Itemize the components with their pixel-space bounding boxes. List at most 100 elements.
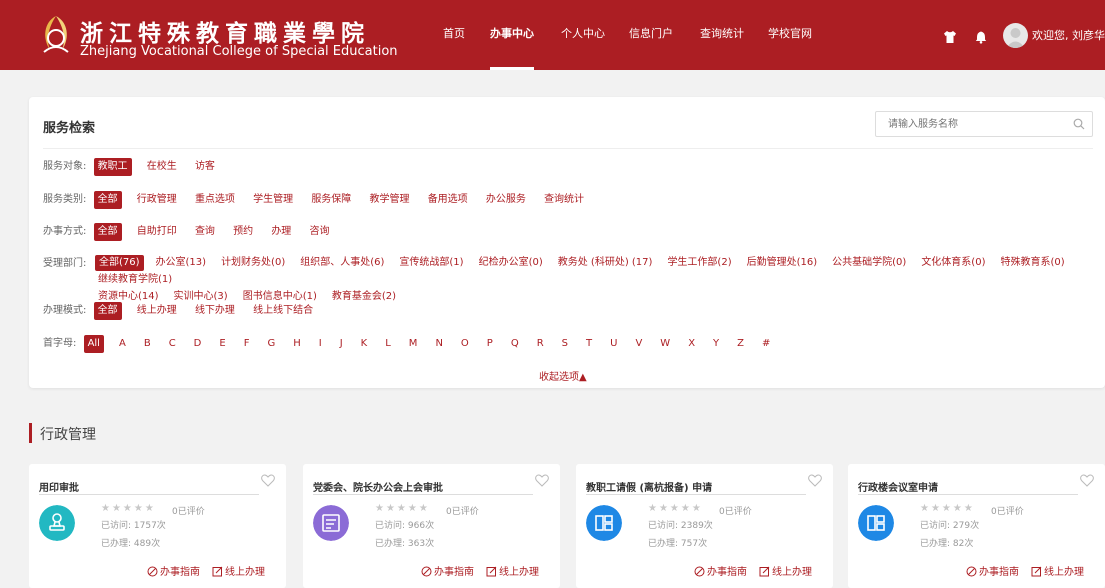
filter-option[interactable]: 后勤管理处(16) xyxy=(744,255,821,271)
service-search-input[interactable] xyxy=(875,111,1093,137)
filter-option-student[interactable]: 在校生 xyxy=(144,158,180,176)
letter-option[interactable]: M xyxy=(406,335,421,353)
shirt-icon[interactable] xyxy=(943,30,957,44)
letter-option[interactable]: P xyxy=(484,335,496,353)
heart-icon[interactable] xyxy=(1080,474,1094,487)
filter-option[interactable]: 预约 xyxy=(230,223,256,241)
filter-option[interactable]: 特殊教育系(0) xyxy=(997,255,1067,271)
guide-link[interactable]: 办事指南 xyxy=(421,563,474,578)
letter-option[interactable]: S xyxy=(559,335,571,353)
letter-option[interactable]: R xyxy=(534,335,547,353)
card-title[interactable]: 教职工请假 (离杭报备) 申请 xyxy=(586,479,712,494)
filter-option[interactable]: 继续教育学院(1) xyxy=(95,272,175,288)
filter-option[interactable]: 重点选项 xyxy=(192,191,238,209)
filter-option[interactable]: 公共基础学院(0) xyxy=(829,255,909,271)
filter-option[interactable]: 办公室(13) xyxy=(153,255,210,271)
guide-link[interactable]: 办事指南 xyxy=(147,563,200,578)
filter-option[interactable]: 服务保障 xyxy=(308,191,354,209)
letter-option[interactable]: F xyxy=(241,335,253,353)
nav-service-center[interactable]: 办事中心 xyxy=(490,0,534,70)
letter-option[interactable]: All xyxy=(83,335,104,353)
filter-option[interactable]: 组织部、人事处(6) xyxy=(297,255,387,271)
letter-option[interactable]: H xyxy=(290,335,304,353)
letter-option[interactable]: N xyxy=(432,335,445,353)
letter-option[interactable]: # xyxy=(759,335,773,353)
filter-option[interactable]: 全部 xyxy=(93,223,122,241)
guide-link[interactable]: 办事指南 xyxy=(694,563,747,578)
filter-option-visitor[interactable]: 访客 xyxy=(192,158,218,176)
filter-option[interactable]: 线上线下结合 xyxy=(250,302,316,320)
letter-option[interactable]: U xyxy=(607,335,620,353)
letter-option[interactable]: W xyxy=(657,335,673,353)
filter-option[interactable]: 备用选项 xyxy=(425,191,471,209)
letter-option[interactable]: A xyxy=(116,335,129,353)
filter-option[interactable]: 查询 xyxy=(192,223,218,241)
filter-option[interactable]: 线上办理 xyxy=(134,302,180,320)
service-card[interactable]: 党委会、院长办公会上会审批 ★★★★★ 0已评价 已访问: 966次 已办理: … xyxy=(303,464,560,588)
service-card[interactable]: 行政楼会议室申请 ★★★★★ 0已评价 已访问: 279次 已办理: 82次 办… xyxy=(848,464,1105,588)
letter-option[interactable]: T xyxy=(583,335,595,353)
filter-option[interactable]: 计划财务处(0) xyxy=(218,255,288,271)
filter-option[interactable]: 教育基金会(2) xyxy=(329,289,399,305)
card-title[interactable]: 行政楼会议室申请 xyxy=(858,479,938,494)
letter-option[interactable]: Q xyxy=(508,335,522,353)
room-icon xyxy=(858,505,894,541)
welcome-text[interactable]: 欢迎您, 刘彦华 xyxy=(1032,27,1105,43)
nav-info-portal[interactable]: 信息门户 xyxy=(629,0,673,70)
filter-option[interactable]: 学生管理 xyxy=(250,191,296,209)
user-avatar[interactable] xyxy=(1003,23,1028,48)
letter-option[interactable]: Z xyxy=(734,335,747,353)
filter-option[interactable]: 办理 xyxy=(268,223,294,241)
letter-option[interactable]: X xyxy=(685,335,698,353)
card-title[interactable]: 用印审批 xyxy=(39,479,79,494)
collapse-options-toggle[interactable]: 收起选项▲ xyxy=(539,368,587,383)
filter-option[interactable]: 线下办理 xyxy=(192,302,238,320)
guide-link[interactable]: 办事指南 xyxy=(966,563,1019,578)
filter-option[interactable]: 教务处 (科研处) (17) xyxy=(555,255,656,271)
service-card[interactable]: 用印审批 ★★★★★ 0已评价 已访问: 1757次 已办理: 489次 办事指… xyxy=(29,464,286,588)
letter-option[interactable]: O xyxy=(458,335,472,353)
filter-option[interactable]: 办公服务 xyxy=(483,191,529,209)
online-link[interactable]: 线上办理 xyxy=(212,563,265,578)
service-card[interactable]: 教职工请假 (离杭报备) 申请 ★★★★★ 0已评价 已访问: 2389次 已办… xyxy=(576,464,833,588)
filter-option[interactable]: 学生工作部(2) xyxy=(664,255,734,271)
filter-option-staff[interactable]: 教职工 xyxy=(93,158,132,176)
letter-option[interactable]: V xyxy=(632,335,645,353)
letter-option[interactable]: E xyxy=(216,335,228,353)
bell-icon[interactable] xyxy=(974,30,988,44)
guide-label: 办事指南 xyxy=(160,567,200,578)
filter-option[interactable]: 自助打印 xyxy=(134,223,180,241)
letter-option[interactable]: G xyxy=(264,335,278,353)
letter-option[interactable]: J xyxy=(337,335,346,353)
nav-home[interactable]: 首页 xyxy=(443,0,465,70)
filter-option[interactable]: 咨询 xyxy=(307,223,333,241)
filter-option[interactable]: 全部 xyxy=(93,302,122,320)
filter-option[interactable]: 文化体育系(0) xyxy=(918,255,988,271)
letter-option[interactable]: I xyxy=(316,335,325,353)
nav-school-website[interactable]: 学校官网 xyxy=(768,0,812,70)
letter-option[interactable]: D xyxy=(191,335,205,353)
filter-option[interactable]: 全部(76) xyxy=(95,255,144,271)
search-icon[interactable] xyxy=(1073,118,1085,130)
letter-option[interactable]: B xyxy=(141,335,154,353)
heart-icon[interactable] xyxy=(808,474,822,487)
letter-option[interactable]: L xyxy=(382,335,394,353)
letter-option[interactable]: K xyxy=(358,335,371,353)
online-link[interactable]: 线上办理 xyxy=(486,563,539,578)
online-link[interactable]: 线上办理 xyxy=(1031,563,1084,578)
nav-personal-center[interactable]: 个人中心 xyxy=(561,0,605,70)
online-link[interactable]: 线上办理 xyxy=(759,563,812,578)
nav-query-stats[interactable]: 查询统计 xyxy=(700,0,744,70)
filter-option[interactable]: 教学管理 xyxy=(367,191,413,209)
filter-option[interactable]: 行政管理 xyxy=(134,191,180,209)
filter-option[interactable]: 全部 xyxy=(93,191,122,209)
card-divider xyxy=(39,494,259,495)
heart-icon[interactable] xyxy=(535,474,549,487)
card-title[interactable]: 党委会、院长办公会上会审批 xyxy=(313,479,443,494)
filter-option[interactable]: 查询统计 xyxy=(541,191,587,209)
heart-icon[interactable] xyxy=(261,474,275,487)
letter-option[interactable]: C xyxy=(166,335,179,353)
filter-option[interactable]: 宣传统战部(1) xyxy=(396,255,466,271)
letter-option[interactable]: Y xyxy=(710,335,722,353)
filter-option[interactable]: 纪检办公室(0) xyxy=(476,255,546,271)
